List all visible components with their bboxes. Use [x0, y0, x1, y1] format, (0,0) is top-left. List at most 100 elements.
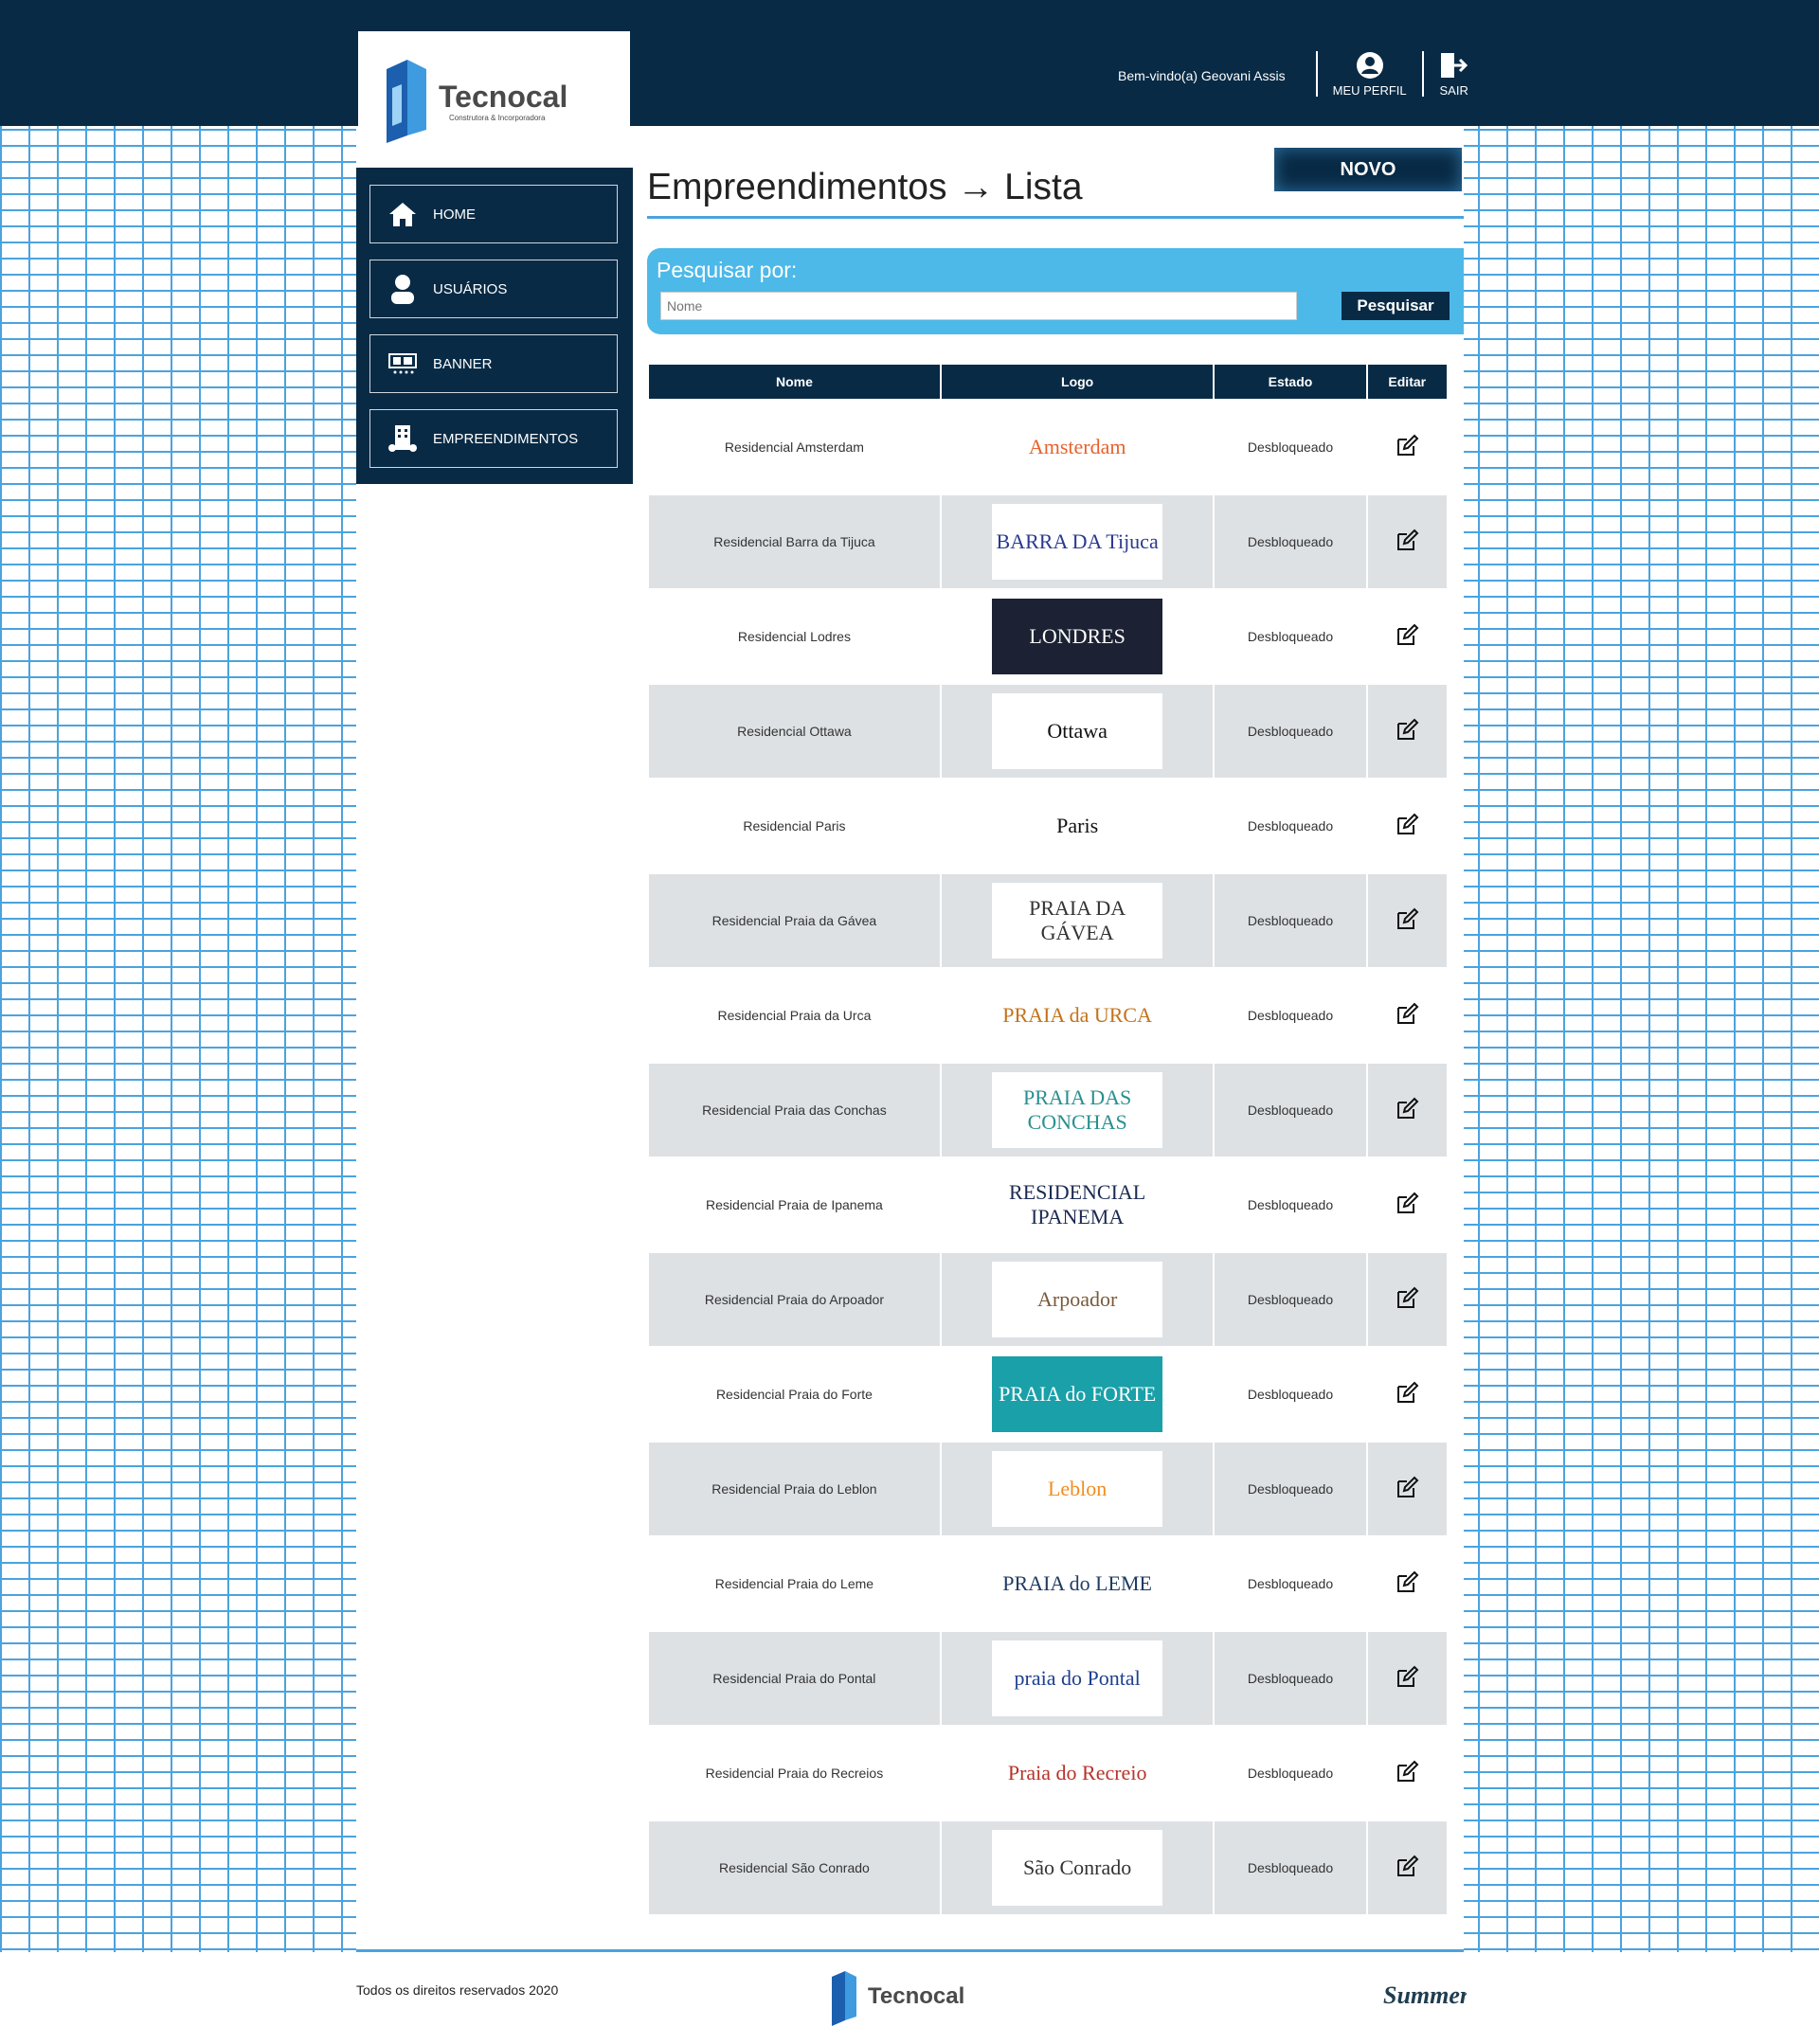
edit-icon[interactable]	[1395, 1002, 1419, 1030]
divider	[1421, 51, 1424, 97]
status-cell: Desbloqueado	[1215, 1253, 1366, 1346]
footer-tecnocal-logo: Tecnocal	[832, 1971, 964, 2026]
edit-icon[interactable]	[1395, 1476, 1419, 1503]
project-logo: PRAIA do LEME	[992, 1546, 1163, 1622]
project-logo: Praia do Recreio	[992, 1735, 1163, 1811]
table-row: Residencial Praia das Conchas PRAIA DAS C…	[649, 1064, 1447, 1156]
edit-icon[interactable]	[1395, 718, 1419, 745]
table-row: Residencial Praia do Leblon Leblon Desbloq…	[649, 1443, 1447, 1535]
table-row: Residencial Praia do Arpoador Arpoador Des…	[649, 1253, 1447, 1346]
edit-icon[interactable]	[1395, 813, 1419, 840]
column-header-logo: Logo	[941, 365, 1214, 399]
project-logo-cell: Arpoador	[941, 1253, 1214, 1346]
edit-cell	[1367, 401, 1447, 493]
edit-icon[interactable]	[1395, 623, 1419, 651]
edit-icon[interactable]	[1395, 1665, 1419, 1693]
logout-icon	[1440, 53, 1468, 78]
project-logo-text: RESIDENCIAL IPANEMA	[1009, 1180, 1146, 1228]
project-name-cell: Residencial Praia do Leme	[649, 1537, 940, 1630]
project-logo-text: Praia do Recreio	[1007, 1761, 1147, 1784]
sidebar: HOME USUÁRIOS BANNER EMPREENDIMENTOS	[356, 168, 633, 484]
status-cell: Desbloqueado	[1215, 685, 1366, 778]
sidebar-item-label: HOME	[433, 206, 476, 223]
table-row: Residencial São Conrado São Conrado Desblo…	[649, 1821, 1447, 1914]
project-logo-cell: PRAIA DA GÁVEA	[941, 874, 1214, 967]
edit-cell	[1367, 590, 1447, 683]
sidebar-item-home[interactable]: HOME	[369, 185, 618, 243]
welcome-text: Bem-vindo(a) Geovani Assis	[1118, 68, 1286, 83]
edit-icon[interactable]	[1395, 1760, 1419, 1787]
brand-tagline: Construtora & Incorporadora	[449, 114, 546, 122]
project-logo-text: Amsterdam	[1028, 435, 1126, 458]
edit-icon[interactable]	[1395, 907, 1419, 935]
table-row: Residencial Lodres LONDRES Desbloqueado	[649, 590, 1447, 683]
project-logo-cell: Paris	[941, 780, 1214, 872]
edit-cell	[1367, 969, 1447, 1062]
project-logo: PRAIA DA GÁVEA	[992, 883, 1163, 959]
partner-name: Summer	[1383, 1981, 1467, 2009]
edit-cell	[1367, 495, 1447, 588]
column-header-estado[interactable]: Estado	[1215, 365, 1366, 399]
edit-icon[interactable]	[1395, 434, 1419, 461]
table-row: Residencial Praia do Leme PRAIA do LEME De…	[649, 1537, 1447, 1630]
edit-icon[interactable]	[1395, 1381, 1419, 1408]
status-cell: Desbloqueado	[1215, 780, 1366, 872]
project-logo-text: São Conrado	[1023, 1856, 1132, 1879]
sidebar-item-usuarios[interactable]: USUÁRIOS	[369, 260, 618, 318]
edit-cell	[1367, 1253, 1447, 1346]
project-logo: Paris	[992, 788, 1163, 864]
edit-icon[interactable]	[1395, 1855, 1419, 1882]
edit-icon[interactable]	[1395, 1097, 1419, 1124]
projects-table: Nome Logo Estado Editar Residencial Amst…	[647, 363, 1449, 1916]
logout-button[interactable]: SAIR	[1439, 51, 1469, 98]
project-name-cell: Residencial Barra da Tijuca	[649, 495, 940, 588]
project-logo-cell: Amsterdam	[941, 401, 1214, 493]
project-logo-text: LONDRES	[1029, 624, 1126, 648]
edit-cell	[1367, 1064, 1447, 1156]
table-row: Residencial Amsterdam Amsterdam Desbloquea…	[649, 401, 1447, 493]
project-logo-cell: São Conrado	[941, 1821, 1214, 1914]
edit-icon[interactable]	[1395, 1570, 1419, 1598]
copyright-text: Todos os direitos reservados 2020	[356, 1982, 559, 1998]
edit-icon[interactable]	[1395, 529, 1419, 556]
project-name-cell: Residencial São Conrado	[649, 1821, 940, 1914]
page-title: Empreendimentos → Lista	[647, 167, 1083, 207]
edit-cell	[1367, 1821, 1447, 1914]
status-cell: Desbloqueado	[1215, 1537, 1366, 1630]
status-cell: Desbloqueado	[1215, 401, 1366, 493]
divider	[1315, 51, 1318, 97]
project-logo-text: PRAIA DAS CONCHAS	[1022, 1085, 1132, 1134]
status-cell: Desbloqueado	[1215, 590, 1366, 683]
project-logo-text: BARRA DA Tijuca	[996, 529, 1159, 553]
project-name-cell: Residencial Lodres	[649, 590, 940, 683]
column-header-nome[interactable]: Nome	[649, 365, 940, 399]
project-logo: RESIDENCIAL IPANEMA	[992, 1167, 1163, 1243]
footer-brand-name: Tecnocal	[868, 1983, 964, 2009]
edit-icon[interactable]	[1395, 1286, 1419, 1314]
project-logo-text: PRAIA do FORTE	[999, 1382, 1157, 1406]
status-cell: Desbloqueado	[1215, 1443, 1366, 1535]
brand-logo[interactable]: Tecnocal Construtora & Incorporadora	[358, 31, 630, 168]
project-logo: BARRA DA Tijuca	[992, 504, 1163, 580]
sidebar-item-banner[interactable]: BANNER	[369, 334, 618, 393]
sidebar-item-label: EMPREENDIMENTOS	[433, 430, 579, 447]
search-input[interactable]	[660, 292, 1297, 320]
project-logo: PRAIA do FORTE	[992, 1356, 1163, 1432]
status-cell: Desbloqueado	[1215, 1727, 1366, 1820]
table-row: Residencial Praia da Urca PRAIA da URCA De…	[649, 969, 1447, 1062]
project-logo-cell: RESIDENCIAL IPANEMA	[941, 1158, 1214, 1251]
search-button[interactable]: Pesquisar	[1342, 292, 1450, 320]
home-icon	[386, 197, 420, 231]
edit-cell	[1367, 1632, 1447, 1725]
edit-icon[interactable]	[1395, 1192, 1419, 1219]
project-name-cell: Residencial Paris	[649, 780, 940, 872]
column-header-editar: Editar	[1367, 365, 1447, 399]
table-row: Residencial Paris Paris Desbloqueado	[649, 780, 1447, 872]
project-logo-cell: PRAIA do FORTE	[941, 1348, 1214, 1441]
new-button[interactable]: NOVO	[1274, 148, 1462, 191]
sidebar-item-empreendimentos[interactable]: EMPREENDIMENTOS	[369, 409, 618, 468]
profile-button[interactable]: MEU PERFIL	[1333, 51, 1407, 98]
project-logo-text: Ottawa	[1047, 719, 1108, 743]
project-name-cell: Residencial Praia da Urca	[649, 969, 940, 1062]
search-label: Pesquisar por:	[657, 258, 798, 282]
